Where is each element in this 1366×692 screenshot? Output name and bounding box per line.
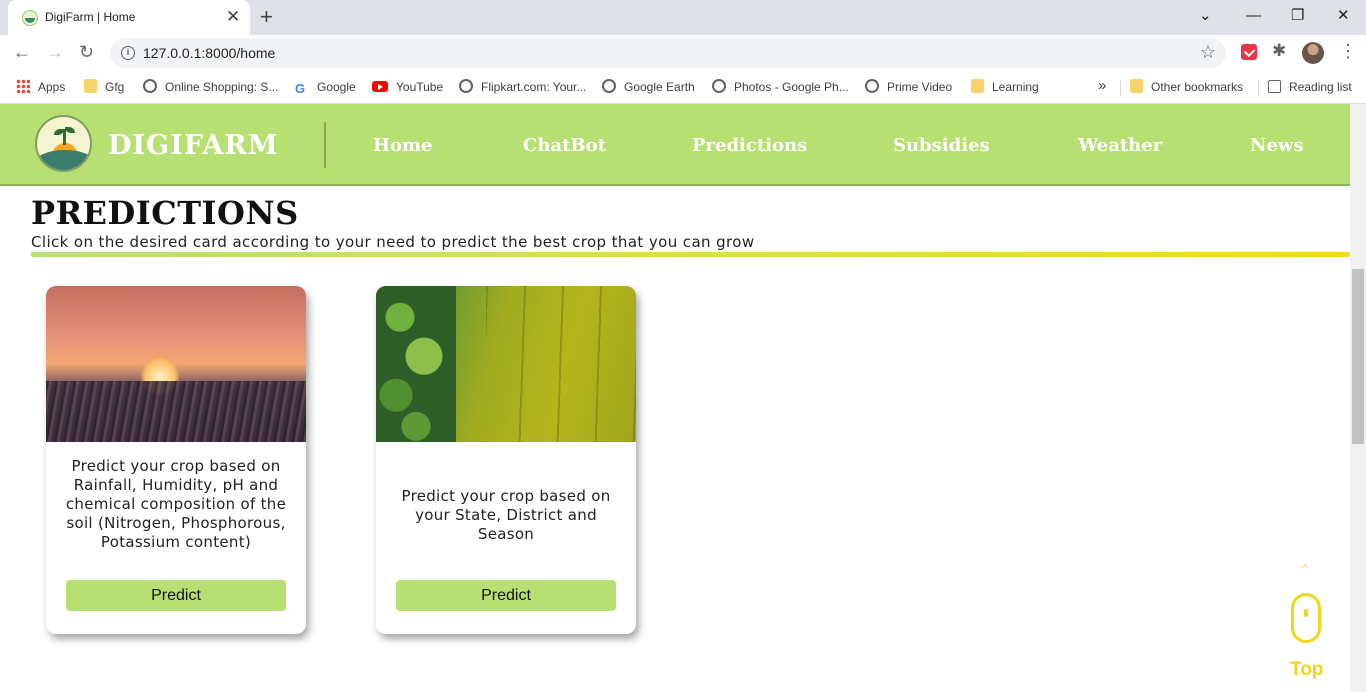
- page-title: PREDICTIONS: [31, 194, 299, 232]
- page-viewport: DIGIFARM Home ChatBot Predictions Subsid…: [0, 104, 1350, 692]
- chevron-up-icon[interactable]: ⌃: [1298, 564, 1311, 580]
- folder-icon: [971, 79, 984, 93]
- browser-toolbar: ← → ↻ i 127.0.0.1:8000/home ☆ ✱ ⋮: [0, 35, 1366, 71]
- bookmark-online-shopping[interactable]: Online Shopping: S...: [143, 78, 278, 96]
- reload-icon[interactable]: ↻: [79, 41, 94, 63]
- nav-weather[interactable]: Weather: [1078, 135, 1162, 156]
- bookmark-google-photos[interactable]: Photos - Google Ph...: [712, 78, 849, 96]
- google-icon: G: [295, 81, 306, 96]
- tab-title: DigiFarm | Home: [45, 10, 136, 24]
- folder-icon: [84, 79, 97, 93]
- address-url[interactable]: 127.0.0.1:8000/home: [143, 45, 275, 61]
- browser-menu-icon[interactable]: ⋮: [1339, 41, 1357, 61]
- bookmark-google-earth[interactable]: Google Earth: [602, 78, 695, 96]
- forward-icon[interactable]: →: [46, 41, 64, 63]
- globe-icon: [712, 79, 726, 93]
- page-subtitle: Click on the desired card according to y…: [31, 233, 755, 251]
- bookmarks-divider: [1258, 80, 1259, 96]
- new-tab-icon[interactable]: +: [260, 6, 273, 28]
- heading-underline: [31, 252, 1350, 257]
- prediction-card-location[interactable]: Predict your crop based on your State, D…: [376, 286, 636, 634]
- extensions-puzzle-icon[interactable]: ✱: [1272, 41, 1286, 61]
- predict-button[interactable]: Predict: [396, 580, 616, 611]
- nav-home[interactable]: Home: [373, 135, 433, 156]
- bookmark-youtube[interactable]: YouTube: [372, 78, 443, 96]
- more-bookmarks-chevron-icon[interactable]: »: [1098, 77, 1106, 94]
- address-bar[interactable]: i 127.0.0.1:8000/home ☆: [110, 38, 1226, 68]
- card-description: Predict your crop based on your State, D…: [401, 487, 611, 543]
- bookmark-other-bookmarks[interactable]: Other bookmarks: [1130, 78, 1243, 96]
- globe-icon: [143, 79, 157, 93]
- bookmark-apps[interactable]: Apps: [16, 78, 65, 96]
- globe-icon: [602, 79, 616, 93]
- nav-predictions[interactable]: Predictions: [692, 135, 807, 156]
- mouse-scroll-icon[interactable]: [1291, 593, 1321, 643]
- page-scrollbar[interactable]: [1350, 104, 1366, 692]
- bookmark-star-icon[interactable]: ☆: [1200, 42, 1216, 62]
- prediction-card-soil[interactable]: Predict your crop based on Rainfall, Hum…: [46, 286, 306, 634]
- digifarm-logo-icon[interactable]: [35, 115, 92, 172]
- site-info-icon[interactable]: i: [121, 46, 135, 60]
- site-header: DIGIFARM Home ChatBot Predictions Subsid…: [0, 104, 1350, 186]
- close-tab-icon[interactable]: ✕: [226, 8, 240, 26]
- globe-icon: [865, 79, 879, 93]
- profile-avatar[interactable]: [1302, 42, 1324, 64]
- aerial-green-field-image: [376, 286, 636, 442]
- logo-hill: [37, 150, 90, 170]
- bookmark-prime-video[interactable]: Prime Video: [865, 78, 952, 96]
- scrollbar-thumb[interactable]: [1352, 269, 1364, 444]
- nav-divider: [324, 122, 326, 168]
- pocket-extension-icon[interactable]: [1241, 44, 1257, 60]
- youtube-icon: [372, 81, 388, 92]
- nav-chatbot[interactable]: ChatBot: [523, 135, 606, 156]
- globe-icon: [459, 79, 473, 93]
- bookmarks-divider: [1120, 80, 1121, 96]
- apps-grid-icon: [16, 79, 30, 93]
- nav-subsidies[interactable]: Subsidies: [893, 135, 990, 156]
- logo-sprout: [54, 127, 75, 145]
- scroll-to-top-button[interactable]: Top: [1290, 659, 1323, 681]
- reading-list-button[interactable]: Reading list: [1268, 78, 1352, 96]
- wheat-field-sunset-image: [46, 286, 306, 442]
- folder-icon: [1130, 79, 1143, 93]
- bookmark-learning[interactable]: Learning: [971, 78, 1039, 96]
- bookmark-gfg[interactable]: Gfg: [84, 78, 124, 96]
- site-favicon-icon: [22, 10, 38, 26]
- brand-name[interactable]: DIGIFARM: [108, 130, 279, 161]
- restore-icon[interactable]: ❐: [1291, 6, 1304, 26]
- browser-tab-bar: DigiFarm | Home ✕ + ⌄ — ❐ ✕: [0, 0, 1366, 35]
- back-icon[interactable]: ←: [13, 41, 31, 63]
- browser-tab[interactable]: DigiFarm | Home ✕: [8, 0, 250, 35]
- tab-search-chevron-icon[interactable]: ⌄: [1199, 6, 1212, 26]
- minimize-icon[interactable]: —: [1246, 6, 1261, 26]
- window-close-icon[interactable]: ✕: [1337, 6, 1350, 26]
- card-description: Predict your crop based on Rainfall, Hum…: [65, 457, 287, 551]
- bookmark-google[interactable]: G Google: [295, 78, 356, 96]
- predict-button[interactable]: Predict: [66, 580, 286, 611]
- nav-news[interactable]: News: [1250, 135, 1304, 156]
- bookmarks-bar: Apps Gfg Online Shopping: S... G Google Y…: [0, 71, 1366, 104]
- reading-list-icon: [1268, 80, 1281, 93]
- bookmark-flipkart[interactable]: Flipkart.com: Your...: [459, 78, 586, 96]
